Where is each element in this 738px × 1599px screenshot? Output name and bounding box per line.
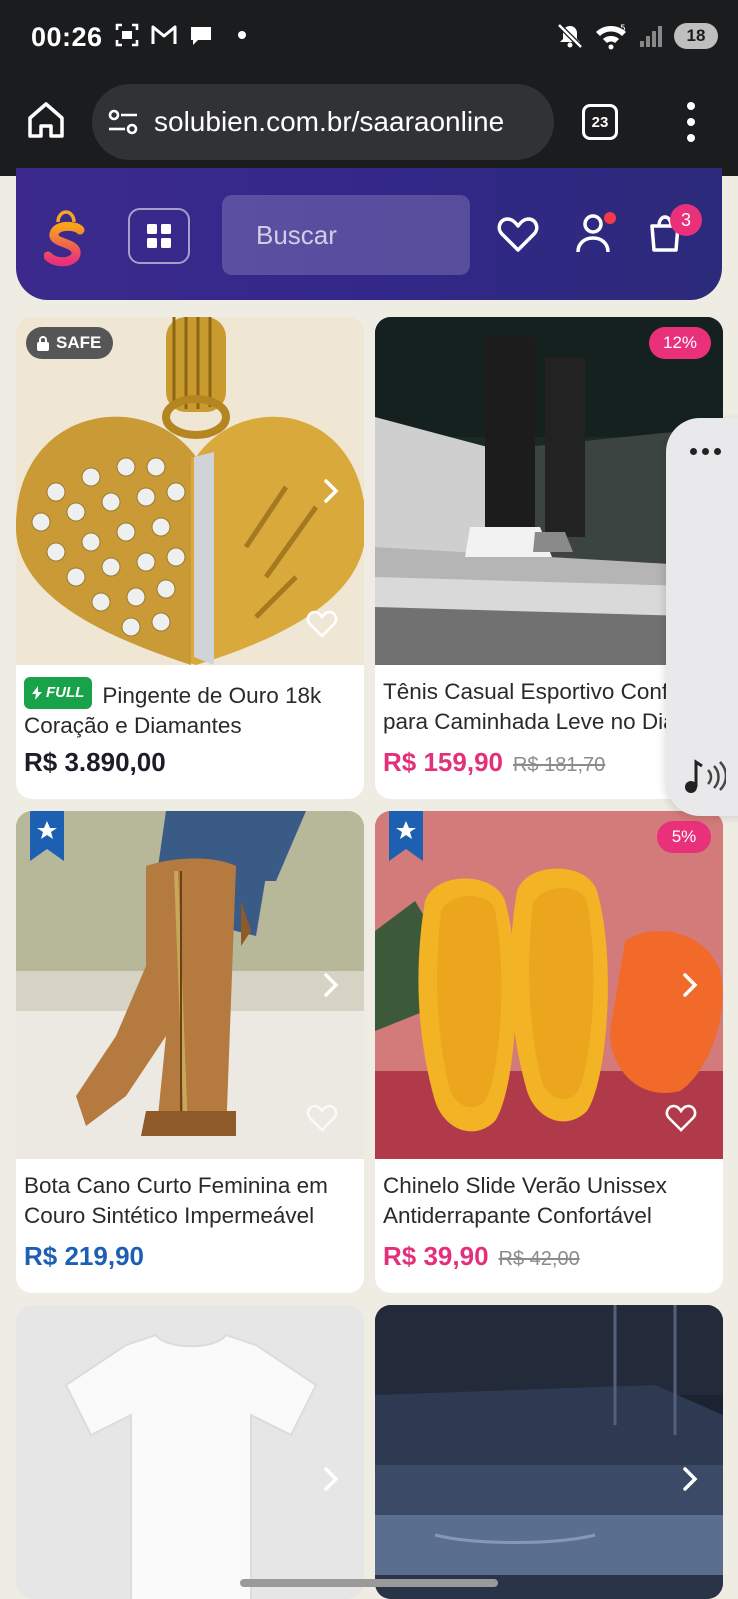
browser-toolbar: solubien.com.br/saaraonline 23 xyxy=(0,76,738,176)
next-image-chevron-icon[interactable] xyxy=(675,1465,703,1493)
product-image-stacked-jeans[interactable] xyxy=(375,1305,723,1599)
music-sound-icon[interactable] xyxy=(682,756,726,796)
grid-icon xyxy=(147,224,171,248)
lock-icon xyxy=(37,336,49,351)
status-time: 00:26 xyxy=(31,22,103,52)
safe-badge-label: SAFE xyxy=(56,333,102,352)
wifi-icon: 5 xyxy=(596,24,626,50)
original-price: R$ 42,00 xyxy=(498,1248,580,1270)
next-image-chevron-icon[interactable] xyxy=(316,971,344,999)
product-price: R$ 219,90 xyxy=(24,1241,144,1271)
product-card[interactable] xyxy=(16,1305,364,1599)
battery-indicator: 18 xyxy=(674,23,718,49)
product-card[interactable]: Bota Cano Curto Feminina em Couro Sintéti… xyxy=(16,811,364,1293)
svg-text:5: 5 xyxy=(620,24,626,34)
more-notifications-dot xyxy=(238,31,246,39)
store-header: 3 xyxy=(16,168,722,300)
address-bar[interactable]: solubien.com.br/saaraonline xyxy=(92,84,554,160)
chat-icon xyxy=(191,27,211,45)
product-image-white-tshirt[interactable] xyxy=(16,1305,364,1599)
favorite-heart-icon[interactable] xyxy=(665,1103,697,1133)
next-image-chevron-icon[interactable] xyxy=(316,477,344,505)
product-title[interactable]: Bota Cano Curto Feminina em Couro Sintéti… xyxy=(24,1171,356,1231)
product-price: R$ 39,90 R$ 42,00 xyxy=(383,1241,580,1271)
full-shipping-badge: FULL xyxy=(24,677,93,709)
next-image-chevron-icon[interactable] xyxy=(675,971,703,999)
product-price: R$ 3.890,00 xyxy=(24,747,166,777)
gmail-icon xyxy=(151,25,177,44)
tab-switcher-button[interactable]: 23 xyxy=(582,104,618,140)
favorite-heart-icon[interactable] xyxy=(306,1103,338,1133)
more-options-icon[interactable] xyxy=(690,448,721,455)
search-input[interactable] xyxy=(222,195,470,275)
categories-button[interactable] xyxy=(128,208,190,264)
account-notification-dot xyxy=(604,212,616,224)
featured-star-ribbon xyxy=(30,811,64,861)
gesture-navigation-bar[interactable] xyxy=(240,1579,498,1587)
mute-icon xyxy=(557,23,583,49)
screenshot-icon xyxy=(115,23,139,47)
original-price: R$ 181,70 xyxy=(512,754,606,776)
favorite-heart-icon[interactable] xyxy=(306,609,338,639)
system-icons: 5 18 xyxy=(556,22,718,50)
home-icon[interactable] xyxy=(24,98,68,142)
wishlist-heart-icon[interactable] xyxy=(496,214,540,254)
next-image-chevron-icon[interactable] xyxy=(316,1465,344,1493)
url-text: solubien.com.br/saaraonline xyxy=(154,106,505,137)
featured-star-ribbon xyxy=(389,811,423,861)
discount-badge: 12% xyxy=(649,327,711,359)
floating-side-panel[interactable] xyxy=(666,418,738,816)
discount-badge: 5% xyxy=(657,821,711,853)
product-title[interactable]: Chinelo Slide Verão Unissex Antiderrapant… xyxy=(383,1171,715,1231)
cart-count-badge: 3 xyxy=(670,204,702,236)
product-card[interactable]: 5% Chinelo Slide Verão Unissex Antiderrap… xyxy=(375,811,723,1293)
store-logo[interactable] xyxy=(44,208,88,268)
signal-icon xyxy=(640,26,662,47)
product-card[interactable]: SAFE FULL Pingente de Ouro 18k Coração e D… xyxy=(16,317,364,799)
product-price: R$ 159,90 R$ 181,70 xyxy=(383,747,606,777)
status-bar: 00:26 5 18 xyxy=(0,0,738,76)
browser-menu-button[interactable] xyxy=(684,102,698,142)
lightning-icon xyxy=(32,686,42,700)
product-card[interactable] xyxy=(375,1305,723,1599)
product-title[interactable]: FULL Pingente de Ouro 18k Coração e Diaman… xyxy=(24,677,356,741)
notification-icons xyxy=(114,22,246,48)
site-settings-icon[interactable] xyxy=(106,105,140,139)
safe-badge: SAFE xyxy=(26,327,114,359)
